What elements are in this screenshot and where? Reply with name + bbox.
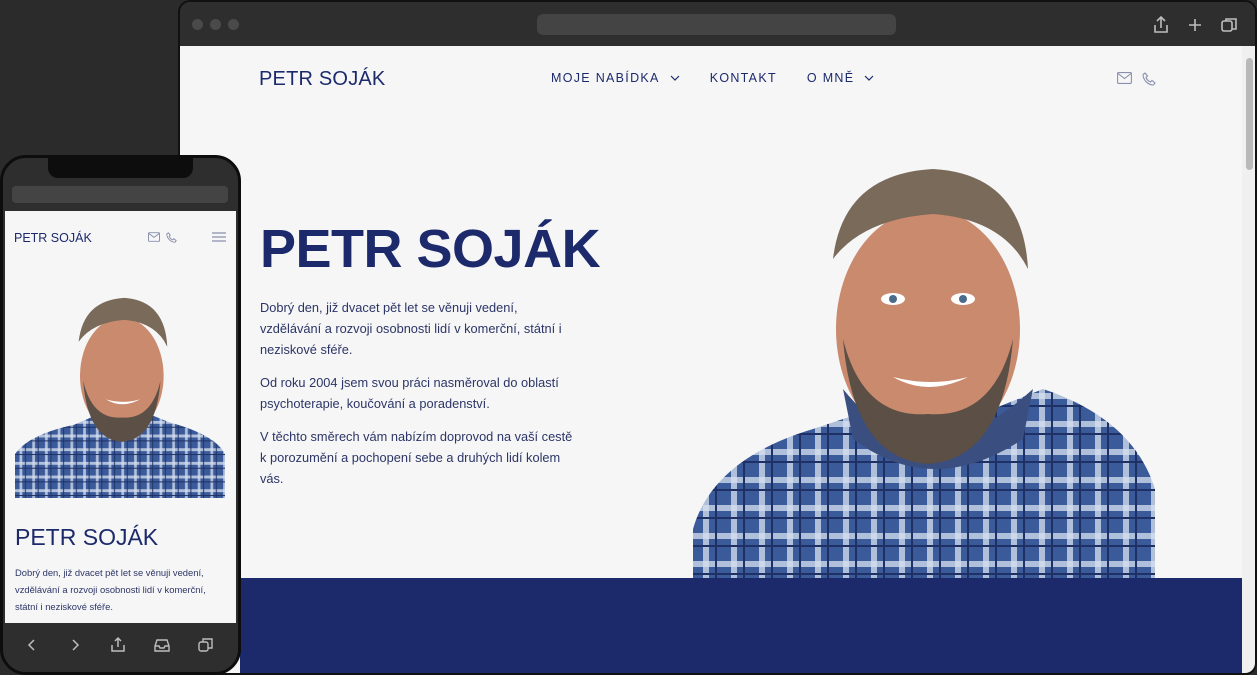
- hamburger-menu-icon[interactable]: [212, 231, 226, 243]
- window-zoom-dot[interactable]: [228, 19, 239, 30]
- address-bar[interactable]: [537, 14, 896, 35]
- nav-item-kontakt[interactable]: KONTAKT: [710, 71, 777, 85]
- tabs-icon[interactable]: [1218, 14, 1240, 36]
- inbox-icon[interactable]: [153, 636, 171, 654]
- nav-item-moje-nabidka[interactable]: MOJE NABÍDKA: [551, 71, 680, 85]
- phone-icon[interactable]: [166, 232, 177, 243]
- mail-icon[interactable]: [1117, 72, 1132, 84]
- chevron-down-icon: [670, 75, 680, 81]
- hero-paragraph: V těchto směrech vám nabízím doprovod na…: [260, 429, 573, 486]
- mobile-viewport: PETR SOJÁK PETR SOJÁK Dobrý den, již dva…: [5, 211, 236, 623]
- window-minimize-dot[interactable]: [210, 19, 221, 30]
- mail-icon[interactable]: [148, 232, 160, 242]
- hero-paragraph: Od roku 2004 jsem svou práci nasměroval …: [260, 375, 559, 411]
- site-logo[interactable]: PETR SOJÁK: [259, 68, 385, 91]
- header-contact-icons: [1117, 72, 1156, 86]
- browser-titlebar: [180, 2, 1255, 46]
- mobile-contact-icons: [148, 232, 177, 243]
- mobile-site-logo[interactable]: PETR SOJÁK: [14, 231, 92, 245]
- main-nav: MOJE NABÍDKA KONTAKT O MNĚ: [551, 71, 904, 85]
- phone-icon[interactable]: [1142, 72, 1156, 86]
- new-tab-icon[interactable]: [1184, 14, 1206, 36]
- page-scrollbar[interactable]: [1242, 46, 1255, 673]
- page-viewport: PETR SOJÁK MOJE NABÍDKA KONTAKT O MNĚ PE…: [180, 46, 1242, 673]
- portrait-photo: [693, 169, 1155, 579]
- chevron-down-icon: [864, 75, 874, 81]
- mobile-device: PETR SOJÁK PETR SOJÁK Dobrý den, již dva…: [0, 155, 241, 675]
- hero-intro: Dobrý den, již dvacet pět let se věnuji …: [260, 297, 580, 501]
- share-icon[interactable]: [109, 636, 127, 654]
- mobile-address-bar[interactable]: [12, 186, 228, 203]
- nav-item-o-mne[interactable]: O MNĚ: [807, 71, 874, 85]
- hero-title: PETR SOJÁK: [260, 219, 601, 279]
- mobile-portrait-photo: [15, 297, 225, 498]
- nav-label: KONTAKT: [709, 71, 777, 85]
- tabs-icon[interactable]: [197, 636, 215, 654]
- nav-label: MOJE NABÍDKA: [551, 71, 660, 85]
- scrollbar-thumb[interactable]: [1246, 58, 1253, 170]
- desktop-browser-window: PETR SOJÁK MOJE NABÍDKA KONTAKT O MNĚ PE…: [178, 0, 1257, 675]
- mobile-hero-paragraph: Dobrý den, již dvacet pět let se věnuji …: [15, 567, 206, 612]
- phone-notch: [48, 158, 193, 178]
- share-icon[interactable]: [1150, 14, 1172, 36]
- nav-label: O MNĚ: [806, 71, 855, 85]
- forward-icon[interactable]: [66, 636, 84, 654]
- mobile-browser-toolbar: [3, 623, 238, 672]
- mobile-hero-title: PETR SOJÁK: [15, 524, 159, 550]
- back-icon[interactable]: [23, 636, 41, 654]
- hero-paragraph: Dobrý den, již dvacet pět let se věnuji …: [260, 300, 562, 357]
- window-close-dot[interactable]: [192, 19, 203, 30]
- blue-section-band: [240, 578, 1242, 673]
